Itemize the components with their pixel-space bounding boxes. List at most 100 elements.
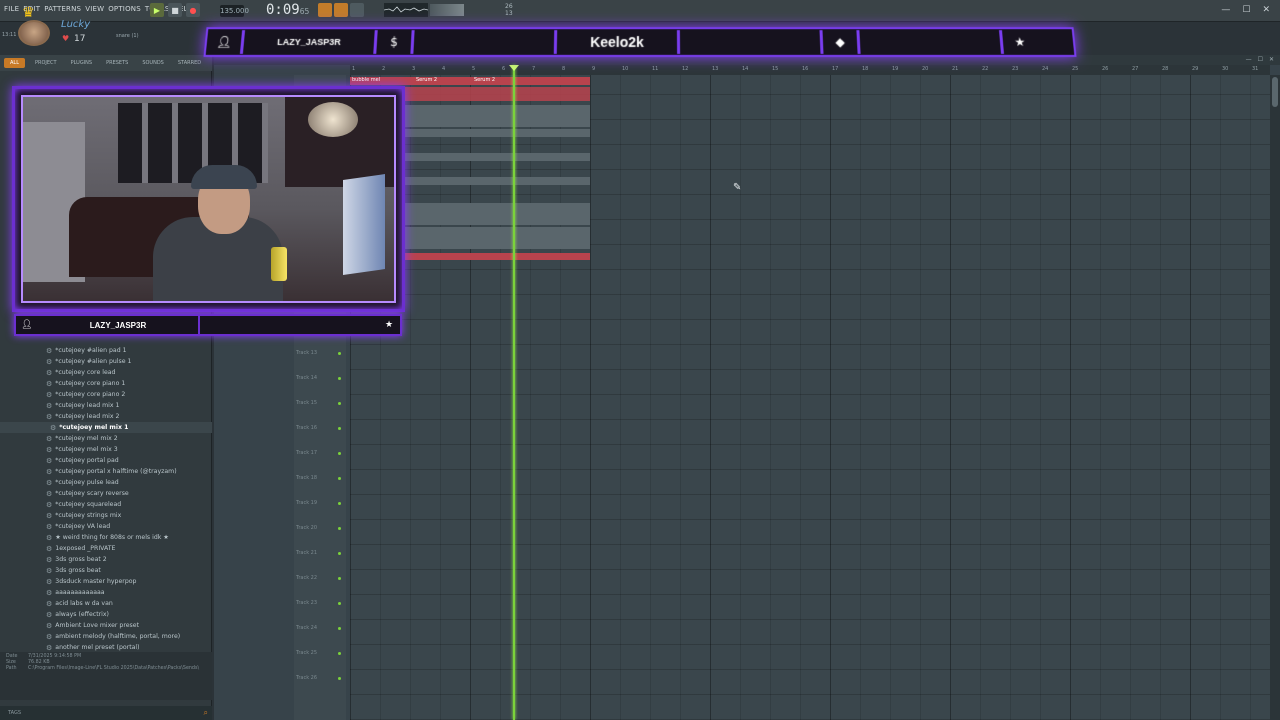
preset-list: ⚙ *cutejoey #alien pad 1 ⚙ *cutejoey #alien… (0, 345, 212, 653)
track-mute-led[interactable] (338, 477, 341, 480)
preset-item[interactable]: ⚙ *cutejoey squarelead (0, 499, 212, 510)
track-mute-led[interactable] (338, 502, 341, 505)
playlist-maximize-icon[interactable]: ☐ (1258, 56, 1263, 63)
stop-button[interactable]: ■ (168, 3, 182, 17)
preset-item[interactable]: ⚙ *cutejoey mel mix 2 (0, 433, 212, 444)
track-mute-led[interactable] (338, 377, 341, 380)
preset-item[interactable]: ⚙ *cutejoey VA lead (0, 521, 212, 532)
preset-item[interactable]: ⚙ 3ds gross beat 2 (0, 554, 212, 565)
scrollbar-thumb[interactable] (1272, 77, 1278, 107)
track-header[interactable]: Track 23 (296, 600, 317, 606)
preset-gear-icon: ⚙ (46, 555, 53, 564)
preset-item[interactable]: ⚙ *cutejoey core piano 1 (0, 378, 212, 389)
track-mute-led[interactable] (338, 552, 341, 555)
preset-item[interactable]: ⚙ *cutejoey core piano 2 (0, 389, 212, 400)
menu-options[interactable]: OPTIONS (108, 5, 141, 13)
clip-bubble-mel[interactable] (350, 77, 590, 85)
search-icon[interactable]: ⌕ (204, 708, 208, 718)
track-header[interactable]: Track 19 (296, 500, 317, 506)
preset-item[interactable]: ⚙ aaaaaaaaaaaaa (0, 587, 212, 598)
ruler-bar-number: 17 (832, 66, 839, 72)
preset-item[interactable]: ⚙ ambient melody (halftime, portal, more) (0, 631, 212, 642)
ruler-bar-number: 28 (1162, 66, 1169, 72)
track-mute-led[interactable] (338, 452, 341, 455)
pattern-icon[interactable] (318, 3, 332, 17)
track-header[interactable]: Track 20 (296, 525, 317, 531)
ruler-bar-number: 7 (532, 66, 536, 72)
track-header[interactable]: Track 15 (296, 400, 317, 406)
track-mute-led[interactable] (338, 527, 341, 530)
track-mute-led[interactable] (338, 577, 341, 580)
oscilloscope (384, 3, 428, 17)
tempo-display[interactable]: 135.000 (220, 5, 249, 17)
track-mute-led[interactable] (338, 402, 341, 405)
track-header[interactable]: Track 25 (296, 650, 317, 656)
track-mute-led[interactable] (338, 352, 341, 355)
tab-all[interactable]: ALL (4, 58, 25, 68)
preset-item[interactable]: ⚙ *cutejoey strings mix (0, 510, 212, 521)
preset-item[interactable]: ⚙ *cutejoey mel mix 3 (0, 444, 212, 455)
tab-starred[interactable]: STARRED (174, 58, 205, 68)
song-icon[interactable] (334, 3, 348, 17)
preset-item[interactable]: ⚙ 3ds gross beat (0, 565, 212, 576)
track-mute-led[interactable] (338, 602, 341, 605)
track-header[interactable]: Track 18 (296, 475, 317, 481)
play-button[interactable]: ▶ (150, 3, 164, 17)
menu-view[interactable]: VIEW (85, 5, 104, 13)
preset-item[interactable]: ⚙ Ambient Love mixer preset (0, 620, 212, 631)
playhead[interactable] (513, 65, 515, 720)
ruler-bar-number: 1 (352, 66, 356, 72)
preset-gear-icon: ⚙ (46, 621, 53, 630)
preset-item[interactable]: ⚙ *cutejoey portal x halftime (@trayzam) (0, 466, 212, 477)
track-header[interactable]: Track 16 (296, 425, 317, 431)
preset-item[interactable]: ⚙ always (effectrix) (0, 609, 212, 620)
master-volume-meter[interactable] (430, 4, 464, 16)
preset-item[interactable]: ⚙ *cutejoey lead mix 1 (0, 400, 212, 411)
track-header[interactable]: Track 22 (296, 575, 317, 581)
preset-item[interactable]: ⚙ *cutejoey #alien pad 1 (0, 345, 212, 356)
preset-item[interactable]: ⚙ 3dsduck master hyperpop (0, 576, 212, 587)
playlist-minimize-icon[interactable]: — (1246, 56, 1252, 63)
maximize-icon[interactable]: ☐ (1242, 5, 1250, 15)
track-mute-led[interactable] (338, 677, 341, 680)
tags-label[interactable]: TAGS (8, 710, 21, 716)
track-mute-led[interactable] (338, 427, 341, 430)
close-icon[interactable]: ✕ (1262, 5, 1270, 15)
track-header[interactable]: Track 13 (296, 350, 317, 356)
preset-item[interactable]: ⚙ *cutejoey mel mix 1 (0, 422, 212, 433)
preset-item[interactable]: ⚙ *cutejoey scary reverse (0, 488, 212, 499)
preset-item[interactable]: ⚙ ★ weird thing for 808s or mels idk ★ (0, 532, 212, 543)
preset-item[interactable]: ⚙ 1exposed _PRIVATE (0, 543, 212, 554)
step-icon[interactable] (350, 3, 364, 17)
track-header[interactable]: Track 17 (296, 450, 317, 456)
menu-patterns[interactable]: PATTERNS (44, 5, 81, 13)
playlist-close-icon[interactable]: ✕ (1269, 56, 1274, 63)
track-header[interactable]: Track 24 (296, 625, 317, 631)
arrangement-grid[interactable]: bubble mel Serum 2 Serum 2 (350, 75, 1270, 720)
track-mute-led[interactable] (338, 627, 341, 630)
minimize-icon[interactable]: — (1221, 5, 1230, 15)
preset-item[interactable]: ⚙ *cutejoey portal pad (0, 455, 212, 466)
preset-item[interactable]: ⚙ acid labs w da van (0, 598, 212, 609)
track-header[interactable]: Track 14 (296, 375, 317, 381)
tab-project[interactable]: PROJECT (31, 58, 61, 68)
preset-item[interactable]: ⚙ *cutejoey core lead (0, 367, 212, 378)
preset-gear-icon: ⚙ (46, 390, 53, 399)
preset-gear-icon: ⚙ (46, 500, 53, 509)
vertical-scrollbar[interactable] (1270, 75, 1280, 720)
tab-plugins[interactable]: PLUGINS (67, 58, 96, 68)
topbar-blank (859, 29, 1001, 55)
preset-item[interactable]: ⚙ *cutejoey lead mix 2 (0, 411, 212, 422)
menu-file[interactable]: FILE (4, 5, 19, 13)
playhead-marker-icon[interactable] (509, 65, 519, 71)
tab-presets[interactable]: PRESETS (102, 58, 132, 68)
tab-sounds[interactable]: SOUNDS (138, 58, 168, 68)
ruler-bar-number: 24 (1042, 66, 1049, 72)
preset-item[interactable]: ⚙ *cutejoey pulse lead (0, 477, 212, 488)
track-mute-led[interactable] (338, 652, 341, 655)
track-header[interactable]: Track 26 (296, 675, 317, 681)
record-button[interactable]: ● (186, 3, 200, 17)
preset-item[interactable]: ⚙ *cutejoey #alien pulse 1 (0, 356, 212, 367)
timeline-ruler[interactable]: 1 2 3 4 5 6 7 8 9 10 11 12 13 14 15 16 17 18 19 20 21 22 23 24 2… (350, 65, 1270, 75)
track-header[interactable]: Track 21 (296, 550, 317, 556)
